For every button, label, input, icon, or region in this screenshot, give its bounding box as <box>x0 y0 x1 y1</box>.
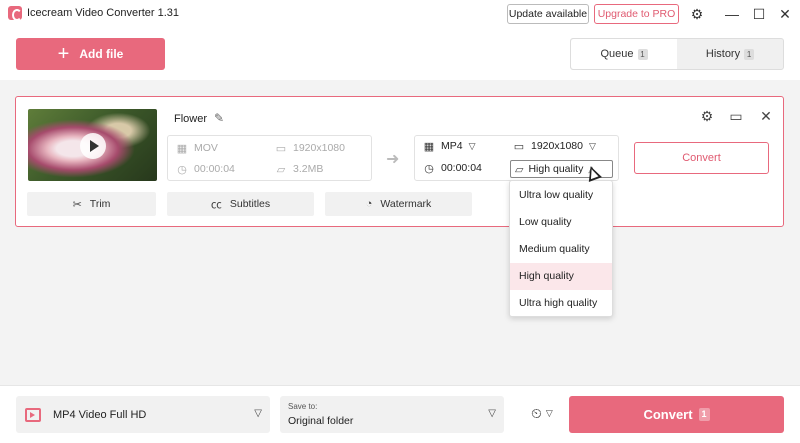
quality-option-ultra-low[interactable]: Ultra low quality <box>510 182 612 209</box>
file-name: Flower <box>174 113 208 125</box>
target-duration: ◷ 00:00:04 <box>424 162 482 175</box>
folder-icon: ▱ <box>276 163 286 176</box>
target-resolution-select[interactable]: ▭ 1920x1080 ▽ <box>513 140 596 153</box>
folder-icon: ▱ <box>515 163 524 176</box>
trim-button[interactable]: ✂ Trim <box>27 192 156 216</box>
tab-queue-label: Queue <box>600 48 634 60</box>
remove-icon[interactable]: ✕ <box>757 107 775 125</box>
watermark-icon: ◔ <box>365 198 373 210</box>
subtitles-button[interactable]: ㏄ Subtitles <box>167 192 314 216</box>
convert-file-button[interactable]: Convert <box>634 142 769 174</box>
app-title: Icecream Video Converter 1.31 <box>27 7 180 19</box>
upgrade-to-pro-button[interactable]: Upgrade to PRO <box>594 4 679 24</box>
quality-option-low[interactable]: Low quality <box>510 209 612 236</box>
save-to-value: Original folder <box>288 415 354 427</box>
quality-option-medium[interactable]: Medium quality <box>510 236 612 263</box>
source-duration: ◷ 00:00:04 <box>177 163 235 176</box>
plus-icon: + <box>57 43 70 65</box>
clock-icon: ◷ <box>177 163 187 176</box>
monitor-icon: ▭ <box>513 140 525 153</box>
monitor-icon: ▭ <box>275 142 287 155</box>
source-resolution: ▭ 1920x1080 <box>275 142 345 155</box>
open-folder-icon[interactable]: ▭ <box>727 107 745 125</box>
minimize-icon[interactable]: — <box>723 5 741 23</box>
footer-bar: MP4 Video Full HD ▽ Save to: Original fo… <box>0 385 800 443</box>
film-icon: ▦ <box>423 140 435 153</box>
quality-option-ultra-high[interactable]: Ultra high quality <box>510 290 612 317</box>
tab-queue[interactable]: Queue 1 <box>571 39 677 69</box>
tab-history[interactable]: History 1 <box>677 39 783 69</box>
film-icon: ▦ <box>176 142 188 155</box>
source-info: ▦ MOV ▭ 1920x1080 ◷ 00:00:04 ▱ 3.2MB <box>167 135 372 181</box>
scheduler-button[interactable]: ⏲ ▽ <box>531 405 553 422</box>
pencil-icon[interactable]: ✎ <box>214 111 224 125</box>
settings-icon[interactable]: ⚙ <box>698 107 716 125</box>
quality-option-high[interactable]: High quality <box>510 263 612 290</box>
add-file-label: Add file <box>79 47 124 61</box>
video-file-icon <box>25 407 41 422</box>
save-to-select[interactable]: Save to: Original folder ▽ <box>280 396 504 433</box>
file-card: Flower ✎ ▦ MOV ▭ 1920x1080 ◷ 00:00:04 ▱ … <box>15 96 784 227</box>
queue-count-badge: 1 <box>637 48 648 60</box>
clock-icon: ◷ <box>424 162 434 175</box>
video-thumbnail[interactable] <box>28 109 157 181</box>
target-format-select[interactable]: ▦ MP4 ▽ <box>423 140 476 153</box>
chevron-down-icon: ▽ <box>488 408 496 419</box>
close-icon[interactable]: ✕ <box>776 5 794 23</box>
toolbar: + Add file Queue 1 History 1 <box>0 28 800 80</box>
queue-area: Flower ✎ ▦ MOV ▭ 1920x1080 ◷ 00:00:04 ▱ … <box>0 80 800 385</box>
tab-history-label: History <box>705 48 741 60</box>
maximize-icon[interactable]: ☐ <box>750 5 768 23</box>
watermark-button[interactable]: ◔ Watermark <box>325 192 472 216</box>
chevron-down-icon: ▽ <box>588 140 596 151</box>
history-count-badge: 1 <box>744 48 755 60</box>
app-logo-icon <box>8 6 22 21</box>
tab-bar: Queue 1 History 1 <box>570 38 784 70</box>
add-file-button[interactable]: + Add file <box>16 38 165 70</box>
source-size: ▱ 3.2MB <box>276 163 324 176</box>
chevron-down-icon: ▽ <box>254 408 262 419</box>
scissors-icon: ✂ <box>72 198 82 211</box>
source-format: ▦ MOV <box>176 142 218 155</box>
update-available-button[interactable]: Update available <box>507 4 589 24</box>
chevron-down-icon: ▽ <box>545 408 553 418</box>
play-icon[interactable] <box>80 133 106 159</box>
arrow-right-icon: ➜ <box>386 151 400 168</box>
quality-dropdown: Ultra low quality Low quality Medium qua… <box>509 180 613 317</box>
convert-all-label: Convert <box>643 407 693 422</box>
gear-icon[interactable]: ⚙ <box>688 5 706 23</box>
alarm-clock-icon: ⏲ <box>531 405 542 421</box>
chevron-down-icon: ▽ <box>468 140 476 151</box>
cc-icon: ㏄ <box>210 199 222 211</box>
convert-count-badge: 1 <box>698 408 710 421</box>
convert-all-button[interactable]: Convert 1 <box>569 396 784 433</box>
save-to-label: Save to: <box>288 402 318 411</box>
title-bar: Icecream Video Converter 1.31 Update ava… <box>0 0 800 28</box>
preset-label: MP4 Video Full HD <box>53 408 147 421</box>
preset-select[interactable]: MP4 Video Full HD ▽ <box>16 396 270 433</box>
